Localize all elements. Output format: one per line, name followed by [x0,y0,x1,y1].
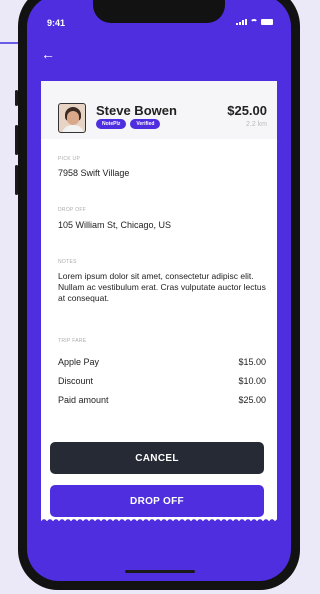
fare-row-label: Apple Pay [58,357,100,367]
pickup-label: PICK UP [58,156,81,162]
driver-avatar [58,103,86,133]
fare-row: Apple Pay $15.00 [58,357,266,367]
fare-row-value: $15.00 [238,357,266,367]
home-indicator [125,570,195,573]
fare-row-value: $25.00 [238,395,266,405]
fare-row-label: Discount [58,376,94,386]
notes-text: Lorem ipsum dolor sit amet, consectetur … [58,271,266,303]
driver-badge: NotePlz [96,119,127,129]
phone-frame: 9:41 ← Steve Bowen NotePlz Verified $25.… [18,0,300,590]
cancel-button[interactable]: CANCEL [50,442,264,474]
fare-row: Paid amount $25.00 [58,395,266,405]
drop-off-button[interactable]: DROP OFF [50,485,264,517]
back-arrow-icon[interactable]: ← [41,47,55,61]
driver-name: Steve Bowen [96,103,177,118]
notes-label: NOTES [58,259,77,265]
dropoff-address: 105 William St, Chicago, US [58,220,172,230]
status-time: 9:41 [47,18,66,28]
app-screen: 9:41 ← Steve Bowen NotePlz Verified $25.… [27,0,291,581]
status-icons [236,19,273,25]
phone-notch [93,0,225,23]
dropoff-label: DROP OFF [58,207,87,213]
fare-row-value: $10.00 [238,376,266,386]
trip-price: $25.00 [227,103,267,118]
wifi-icon [250,19,258,25]
pickup-address: 7958 Swift Village [58,168,130,178]
battery-icon [261,19,273,25]
trip-distance: 2.2 km [245,121,267,128]
driver-badges: NotePlz Verified [96,119,161,129]
signal-icon [236,19,247,25]
fare-row: Discount $10.00 [58,376,266,386]
fare-label: TRIP FARE [58,338,87,344]
fare-row-label: Paid amount [58,395,109,405]
driver-badge: Verified [130,119,161,129]
